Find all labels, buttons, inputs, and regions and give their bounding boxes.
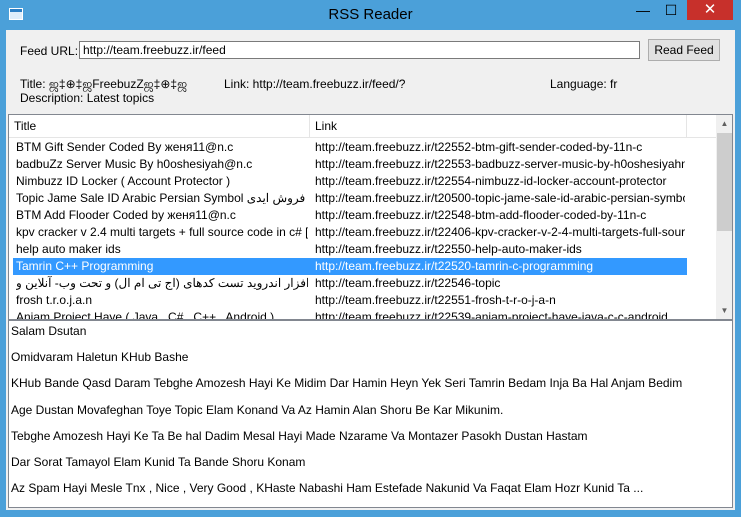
row-title: Topic Jame Sale ID Arabic Persian Symbol…	[16, 191, 308, 205]
row-link: http://team.freebuzz.ir/t22553-badbuzz-s…	[315, 157, 685, 171]
table-row[interactable]: help auto maker ids http://team.freebuzz.…	[13, 241, 687, 258]
table-row[interactable]: نرم افزار اندروید تست کدهای (اج تی ام ال…	[13, 275, 687, 292]
row-title: BTM Add Flooder Coded by женя11@n.c	[16, 208, 236, 222]
feed-description-text: Description: Latest topics	[20, 91, 155, 105]
list-scrollbar[interactable]: ▲ ▼	[716, 115, 732, 319]
row-link: http://team.freebuzz.ir/t22406-kpv-crack…	[315, 225, 685, 239]
row-link: http://team.freebuzz.ir/t22546-topic	[315, 276, 501, 290]
row-link: http://team.freebuzz.ir/t22520-tamrin-c-…	[315, 259, 594, 273]
feed-url-label: Feed URL:	[20, 44, 79, 58]
row-title: kpv cracker v 2.4 multi targets + full s…	[16, 225, 308, 239]
list-header: Title Link	[9, 115, 717, 138]
title-bar: RSS Reader — ☐ ✕	[0, 0, 741, 30]
description-textbox[interactable]: Salam Dsutan Omidvaram Haletun KHub Bashe…	[8, 320, 733, 508]
row-link: http://team.freebuzz.ir/t22551-frosh-t-r…	[315, 293, 556, 307]
topics-list[interactable]: Title Link BTM Gift Sender Coded By женя…	[8, 114, 733, 320]
close-button[interactable]: ✕	[687, 0, 733, 20]
description-line: Az Spam Hayi Mesle Tnx , Nice , Very Goo…	[11, 481, 644, 496]
maximize-button[interactable]: ☐	[657, 0, 685, 20]
feed-language-text: Language: fr	[550, 77, 618, 91]
main-panel: Feed URL: http://team.freebuzz.ir/feed R…	[6, 30, 735, 510]
scrollbar-thumb[interactable]	[717, 133, 732, 231]
scroll-up-icon[interactable]: ▲	[716, 115, 732, 132]
row-title: Tamrin C++ Programming	[16, 259, 154, 273]
description-line: Omidvaram Haletun KHub Bashe	[11, 350, 189, 365]
read-feed-button[interactable]: Read Feed	[648, 39, 720, 61]
row-title: help auto maker ids	[16, 242, 121, 256]
row-title: badbuZz Server Music By h0oshesiyah@n.c	[16, 157, 253, 171]
table-row[interactable]: badbuZz Server Music By h0oshesiyah@n.c h…	[13, 156, 687, 173]
row-link: http://team.freebuzz.ir/t20500-topic-jam…	[315, 191, 685, 205]
scroll-down-icon[interactable]: ▼	[716, 302, 732, 319]
description-line: Tebghe Amozesh Hayi Ke Ta Be hal Dadim M…	[11, 428, 588, 443]
row-title: نرم افزار اندروید تست کدهای (اج تی ام ال…	[16, 276, 308, 290]
minimize-button[interactable]: —	[629, 0, 657, 20]
description-line: Dar Sorat Tamayol Elam Kunid Ta Bande Sh…	[11, 455, 306, 469]
column-header-title[interactable]: Title	[9, 115, 310, 137]
column-header-link[interactable]: Link	[310, 115, 687, 137]
table-row[interactable]: frosh t.r.o.j.a.n http://team.freebuzz.ir…	[13, 292, 687, 309]
row-title: frosh t.r.o.j.a.n	[16, 293, 93, 307]
row-title: BTM Gift Sender Coded By женя11@n.c	[16, 140, 234, 154]
table-row[interactable]: kpv cracker v 2.4 multi targets + full s…	[13, 224, 687, 241]
table-row[interactable]: Topic Jame Sale ID Arabic Persian Symbol…	[13, 190, 687, 207]
description-line: Age Dustan Movafeghan Toye Topic Elam Ko…	[11, 402, 504, 417]
row-link: http://team.freebuzz.ir/t22554-nimbuzz-i…	[315, 174, 667, 188]
table-row[interactable]: Nimbuzz ID Locker ( Account Protector ) h…	[13, 173, 687, 190]
table-row[interactable]: Anjam Project Haye ( Java , C# , C++ , A…	[13, 309, 687, 320]
row-link: http://team.freebuzz.ir/t22550-help-auto…	[315, 242, 582, 256]
row-link: http://team.freebuzz.ir/t22552-btm-gift-…	[315, 140, 643, 154]
row-title: Nimbuzz ID Locker ( Account Protector )	[16, 174, 231, 188]
feed-link-text: Link: http://team.freebuzz.ir/feed/?	[224, 77, 406, 91]
row-link: http://team.freebuzz.ir/t22539-anjam-pro…	[315, 310, 668, 320]
description-line: KHub Bande Qasd Daram Tebghe Amozesh Hay…	[11, 376, 683, 391]
row-title: Anjam Project Haye ( Java , C# , C++ , A…	[16, 310, 275, 320]
table-row[interactable]: BTM Add Flooder Coded by женя11@n.c http:…	[13, 207, 687, 224]
row-link: http://team.freebuzz.ir/t22548-btm-add-f…	[315, 208, 647, 222]
feed-url-input[interactable]: http://team.freebuzz.ir/feed	[79, 41, 640, 59]
table-row[interactable]: BTM Gift Sender Coded By женя11@n.c http:…	[13, 139, 687, 156]
description-line: Salam Dsutan	[11, 324, 87, 338]
table-row[interactable]: Tamrin C++ Programming http://team.freebu…	[13, 258, 687, 275]
